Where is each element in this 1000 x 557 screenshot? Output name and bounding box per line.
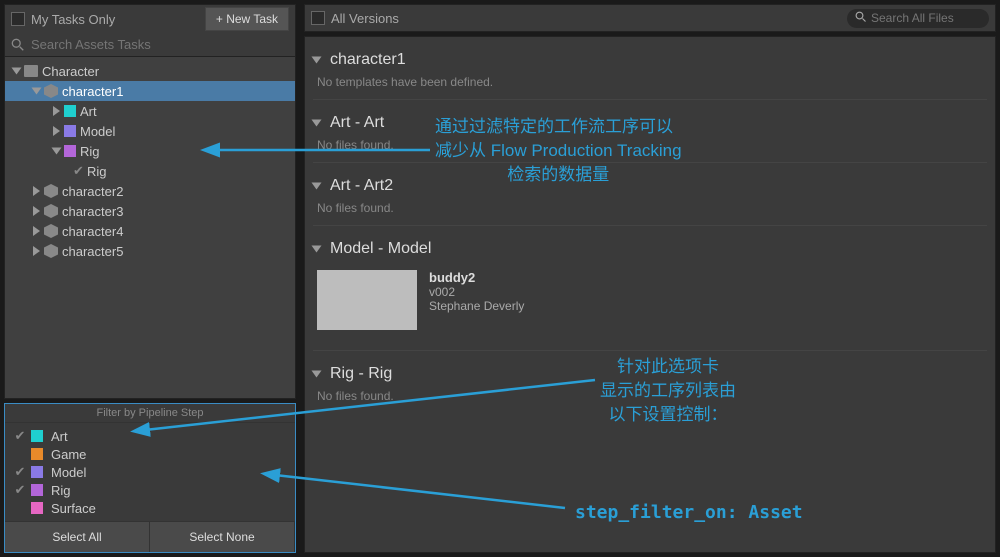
tree-row-character[interactable]: Character (5, 61, 295, 81)
tree-row-character1[interactable]: character1 (5, 81, 295, 101)
tree-row-rig-task[interactable]: ✔Rig (5, 161, 295, 181)
step-color-icon (31, 466, 43, 478)
filter-item-art[interactable]: ✔Art (13, 427, 287, 445)
cube-icon (44, 204, 58, 218)
file-user: Stephane Deverly (429, 299, 524, 313)
file-search-box[interactable] (847, 9, 989, 28)
section-art-art2[interactable]: Art - Art2 (313, 169, 987, 199)
filter-item-model[interactable]: ✔Model (13, 463, 287, 481)
tree-row-art[interactable]: Art (5, 101, 295, 121)
file-name: buddy2 (429, 270, 524, 285)
step-color-icon (31, 502, 43, 514)
tree-row-character5[interactable]: character5 (5, 241, 295, 261)
cube-icon (44, 224, 58, 238)
filter-item-game[interactable]: Game (13, 445, 287, 463)
file-search-input[interactable] (871, 11, 981, 25)
tree-row-character2[interactable]: character2 (5, 181, 295, 201)
search-icon (855, 11, 867, 26)
all-versions-checkbox[interactable] (311, 11, 325, 25)
filter-title: Filter by Pipeline Step (5, 404, 295, 423)
step-color-icon (31, 484, 43, 496)
new-task-button[interactable]: + New Task (205, 7, 289, 31)
step-color-icon (64, 145, 76, 157)
step-color-icon (31, 430, 43, 442)
filter-item-surface[interactable]: Surface (13, 499, 287, 517)
select-all-button[interactable]: Select All (5, 522, 150, 552)
search-icon (11, 38, 25, 52)
thumbnail-placeholder (317, 270, 417, 330)
step-color-icon (64, 105, 76, 117)
filter-item-rig[interactable]: ✔Rig (13, 481, 287, 499)
tree-row-character4[interactable]: character4 (5, 221, 295, 241)
tree-row-model[interactable]: Model (5, 121, 295, 141)
select-none-button[interactable]: Select None (150, 522, 295, 552)
asset-tree[interactable]: Character character1 Art Model Rig ✔Rig (5, 57, 295, 398)
all-versions-label: All Versions (331, 11, 399, 26)
tree-row-character3[interactable]: character3 (5, 201, 295, 221)
my-tasks-checkbox[interactable] (11, 12, 25, 26)
file-version: v002 (429, 285, 524, 299)
section-rig-rig[interactable]: Rig - Rig (313, 357, 987, 387)
section-model-model[interactable]: Model - Model (313, 232, 987, 262)
asset-search-input[interactable] (31, 37, 289, 52)
tree-row-rig[interactable]: Rig (5, 141, 295, 161)
pipeline-step-filter: Filter by Pipeline Step ✔Art Game ✔Model… (4, 403, 296, 553)
step-color-icon (64, 125, 76, 137)
section-art-art[interactable]: Art - Art (313, 106, 987, 136)
cube-icon (44, 244, 58, 258)
cube-icon (44, 84, 58, 98)
section-character1[interactable]: character1 (313, 43, 987, 73)
cube-icon (44, 184, 58, 198)
step-color-icon (31, 448, 43, 460)
file-row-buddy2[interactable]: buddy2 v002 Stephane Deverly (313, 262, 987, 338)
my-tasks-label: My Tasks Only (31, 12, 115, 27)
check-icon: ✔ (73, 163, 87, 179)
folder-icon (24, 65, 38, 77)
file-content-area[interactable]: character1 No templates have been define… (304, 36, 996, 553)
